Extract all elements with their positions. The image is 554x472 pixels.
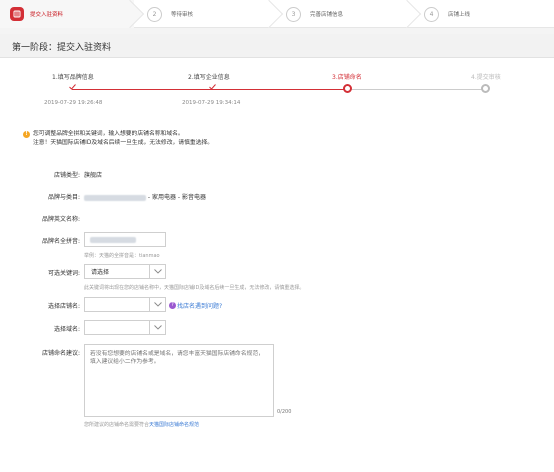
progress-step-2-date: 2019-07-29 19:34:14 [182,100,241,106]
brand-category-suffix: - 家用电器 - 影音电器 [147,194,206,201]
keyword-label: 可选关键词: [47,270,80,277]
check-icon [209,84,216,90]
suggest-label: 店铺命名建议: [41,350,80,357]
domain-label: 选择域名: [53,326,80,333]
brand-pinyin-hint: 举例：天猫的全拼音是：tianmao [84,253,160,259]
chevron-down-icon [149,321,165,334]
shop-name-label: 选择店铺名: [47,303,80,310]
top-step-3: 3 完善店铺信息 [286,0,343,28]
top-step-2: 2 等待审核 [147,0,193,28]
char-counter: 0/200 [277,409,292,415]
suggest-footer-text: 您所建议的店铺命名需要符合 [84,422,150,428]
current-step-circle [343,84,352,93]
notice-text: 您可调整品牌全拼和关键词，输入想要的店铺名称和域名。 注意！天猫国际店铺ID及域… [33,130,213,148]
help-icon: ? [169,302,176,309]
page-title: 第一阶段：提交入驻资料 [12,43,112,53]
step-number: 4 [424,6,439,22]
progress-step-3-label: 3.店铺命名 [332,74,362,81]
document-icon [10,7,24,21]
brand-en-label: 品牌英文名称: [41,216,80,223]
top-step-4: 4 店铺上线 [424,0,470,28]
keyword-selected: 请选择 [91,269,110,276]
warning-icon: ! [23,131,30,138]
suggest-textarea[interactable] [84,344,274,417]
redacted-brand [84,194,146,201]
brand-category-value: - 家用电器 - 影音电器 [84,192,206,201]
shop-type-label: 店铺类型: [53,172,80,179]
check-icon [69,84,76,90]
top-step-label: 完善店铺信息 [310,12,344,18]
domain-select[interactable] [84,320,166,335]
brand-pinyin-input[interactable] [84,232,166,247]
keyword-select[interactable]: 请选择 [84,264,166,279]
step-number: 3 [286,6,301,22]
keyword-hint: 此关键词将出现在您的店铺名称中，天猫国际店铺ID及域名后续一旦生成，无法修改，请… [84,285,305,291]
progress-line-todo [347,89,485,90]
step-divider [254,0,284,29]
redacted-pinyin [90,236,136,243]
top-step-1: 提交入驻资料 [0,0,134,28]
pending-step-circle [481,84,490,93]
top-step-label: 店铺上线 [448,12,471,18]
stage-title-bar: 第一阶段：提交入驻资料 [0,34,554,58]
shop-name-select[interactable] [84,297,166,312]
chevron-down-icon [149,265,165,278]
top-step-label: 等待审核 [171,12,194,18]
top-stepper: 提交入驻资料 2 等待审核 3 完善店铺信息 4 店铺上线 [0,0,554,29]
brand-pinyin-label: 品牌名全拼音: [41,238,80,245]
progress-step-2-label: 2.填写企业信息 [188,74,230,81]
shop-name-help-link[interactable]: ? 找店名遇到问题? [169,301,222,310]
progress-step-1-label: 1.填写品牌信息 [52,74,94,81]
suggest-footer: 您所建议的店铺命名需要符合天猫国际店铺命名规范 [84,421,199,428]
notice-line-1: 您可调整品牌全拼和关键词，输入想要的店铺名称和域名。 [33,131,184,137]
shop-name-help-text: 找店名遇到问题? [177,303,223,310]
step-divider [392,0,422,29]
brand-category-label: 品牌与类目: [47,194,80,201]
notice-line-2: 注意！天猫国际店铺ID及域名后续一旦生成，无法修改，请慎重选择。 [33,140,214,146]
progress-step-4-label: 4.提交审核 [471,74,501,81]
naming-rules-link[interactable]: 天猫国际店铺命名规范 [149,422,199,428]
top-step-label: 提交入驻资料 [30,12,64,18]
shop-type-value: 旗舰店 [84,172,103,179]
chevron-down-icon [149,298,165,311]
step-number: 2 [147,6,162,22]
progress-step-1-date: 2019-07-29 19:26:48 [44,100,103,106]
